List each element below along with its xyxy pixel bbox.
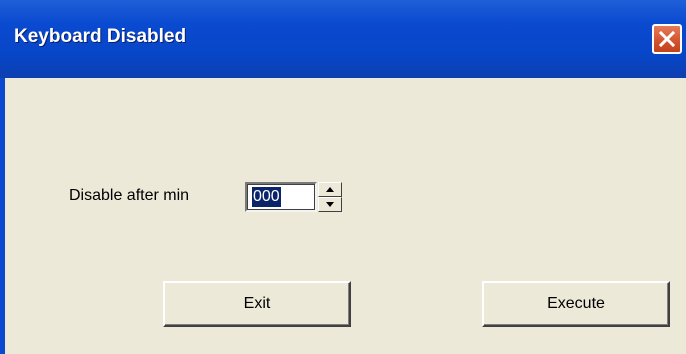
disable-after-label: Disable after min xyxy=(69,187,190,204)
window-title: Keyboard Disabled xyxy=(14,26,187,47)
minutes-value: 000 xyxy=(252,187,281,207)
close-icon xyxy=(659,31,675,47)
minutes-input[interactable]: 000 xyxy=(245,182,317,212)
close-button[interactable] xyxy=(652,24,682,54)
window-left-border xyxy=(0,78,5,354)
exit-button[interactable]: Exit xyxy=(163,281,351,327)
spin-down-button[interactable] xyxy=(318,197,342,212)
title-bar[interactable]: Keyboard Disabled xyxy=(0,0,686,78)
spin-up-button[interactable] xyxy=(318,182,342,197)
arrow-up-icon xyxy=(326,187,334,192)
arrow-down-icon xyxy=(326,202,334,207)
execute-button[interactable]: Execute xyxy=(482,281,670,327)
minutes-spinner[interactable] xyxy=(318,182,342,212)
